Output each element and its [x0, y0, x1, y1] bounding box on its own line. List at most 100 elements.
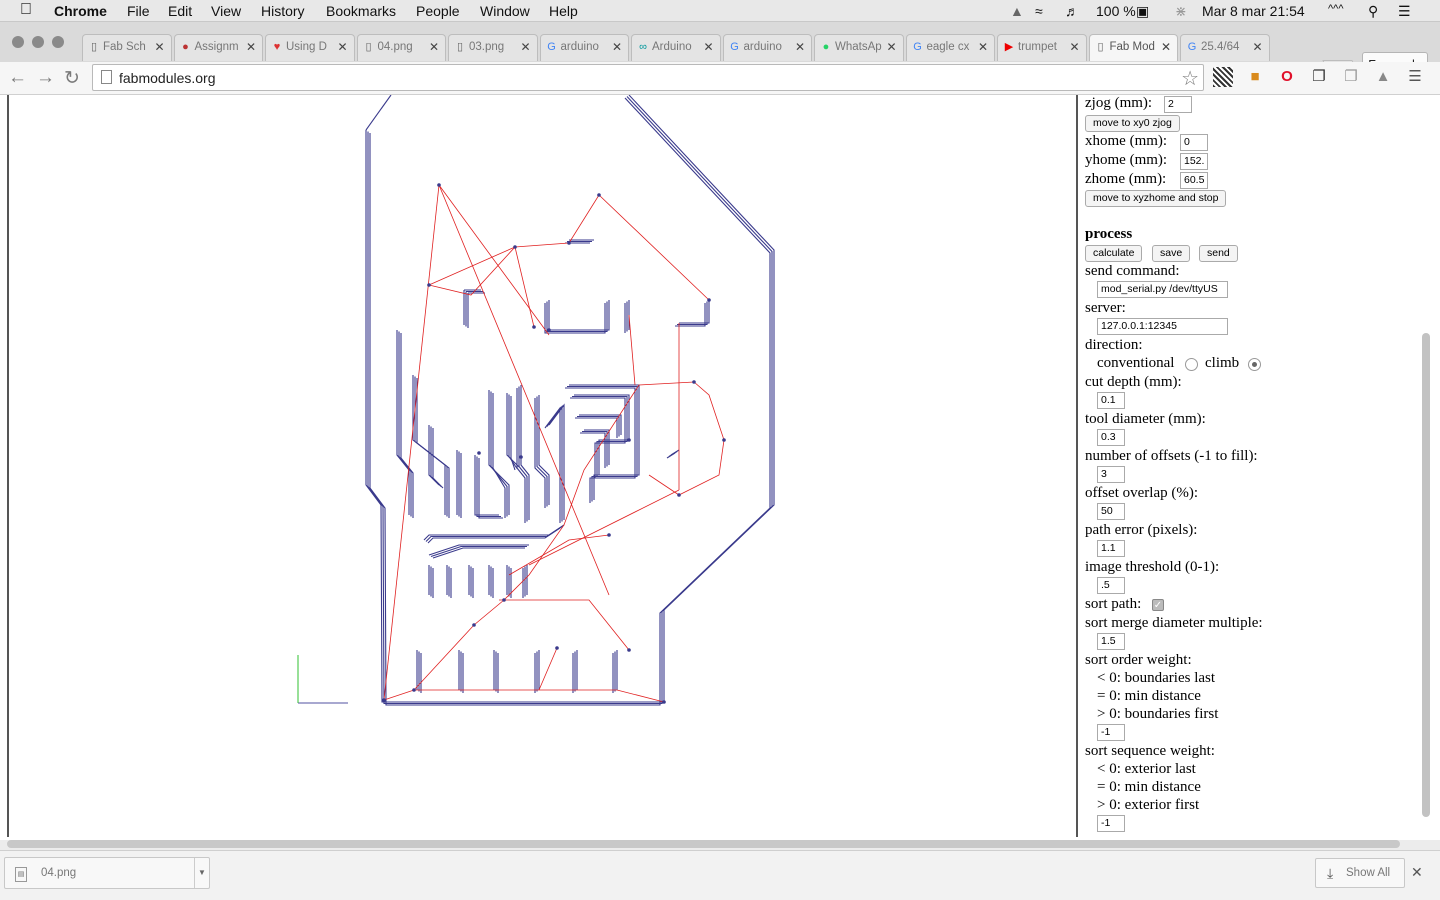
tab-close-icon[interactable]: ✕	[1161, 40, 1171, 54]
menu-people[interactable]: People	[416, 3, 460, 19]
tab-close-icon[interactable]: ✕	[337, 40, 347, 54]
wifi-icon[interactable]: ≈	[1035, 3, 1043, 19]
menu-window[interactable]: Window	[480, 3, 530, 19]
volume-icon[interactable]: ♬	[1065, 3, 1079, 19]
apple-icon[interactable]: 	[20, 1, 32, 19]
reload-icon[interactable]: ↻	[64, 67, 80, 90]
menu-view[interactable]: View	[211, 3, 241, 19]
tab-close-icon[interactable]: ✕	[978, 40, 988, 54]
tab-3[interactable]: ♥ Using D ✕	[265, 34, 355, 61]
chrome-menu-icon[interactable]: ☰	[1405, 67, 1425, 87]
tab-1[interactable]: ▯ Fab Sch ✕	[82, 34, 172, 61]
zhome-input[interactable]: 60.5	[1180, 172, 1208, 189]
bluetooth-icon[interactable]: ⋇	[1175, 3, 1187, 20]
menu-help[interactable]: Help	[549, 3, 578, 19]
adobe-icon[interactable]: ▲	[1010, 3, 1024, 19]
tab-close-icon[interactable]: ✕	[886, 40, 896, 54]
tab-close-icon[interactable]: ✕	[703, 40, 713, 54]
window-close-button[interactable]	[12, 36, 24, 48]
address-bar[interactable]: fabmodules.org ☆	[92, 64, 1204, 91]
move-xyzhome-button[interactable]: move to xyzhome and stop	[1085, 190, 1227, 207]
sort-merge-input[interactable]: 1.5	[1097, 633, 1125, 650]
tab-12[interactable]: ▯ Fab Mod ✕	[1088, 34, 1178, 61]
close-downloads-icon[interactable]: ✕	[1411, 864, 1423, 881]
menubar-extra[interactable]: ^^^	[1328, 3, 1344, 15]
path-error-input[interactable]: 1.1	[1097, 540, 1125, 557]
qr-code-icon[interactable]	[1213, 67, 1233, 87]
forward-icon[interactable]: →	[36, 67, 55, 89]
cut-depth-input[interactable]: 0.1	[1097, 392, 1125, 409]
menu-file[interactable]: File	[127, 3, 150, 19]
bookmark-star-icon[interactable]: ☆	[1181, 66, 1199, 91]
sort-sequence-input[interactable]: -1	[1097, 815, 1125, 832]
tab-11[interactable]: ▶ trumpet ✕	[997, 34, 1087, 61]
window-minimize-button[interactable]	[32, 36, 44, 48]
direction-conventional-radio[interactable]	[1185, 358, 1198, 371]
vertical-scrollbar[interactable]	[1420, 95, 1434, 837]
spotlight-icon[interactable]: ⚲	[1368, 3, 1378, 20]
menu-bookmarks[interactable]: Bookmarks	[326, 3, 396, 19]
tab-2[interactable]: ● Assignm ✕	[173, 34, 263, 61]
calculate-button[interactable]: calculate	[1085, 245, 1143, 262]
tab-label: trumpet	[1018, 41, 1057, 53]
move-xy0-zjog-button[interactable]: move to xy0 zjog	[1085, 115, 1180, 132]
vertical-scroll-thumb[interactable]	[1422, 333, 1430, 817]
download-filename[interactable]: 04.png	[41, 867, 76, 879]
address-url[interactable]: fabmodules.org	[119, 70, 216, 86]
tab-4[interactable]: ▯ 04.png ✕	[356, 34, 446, 61]
rapid-move	[508, 534, 610, 576]
download-item[interactable]: ▤ 04.png ▼	[4, 857, 210, 889]
battery-icon[interactable]: ▣	[1136, 3, 1149, 20]
back-icon[interactable]: ←	[8, 67, 27, 89]
tab-5[interactable]: ▯ 03.png ✕	[448, 34, 538, 61]
tab-close-icon[interactable]: ✕	[154, 40, 164, 54]
send-command-input[interactable]: mod_serial.py /dev/ttyUS	[1097, 281, 1228, 298]
zjog-input[interactable]: 2	[1164, 96, 1192, 113]
window-zoom-button[interactable]	[52, 36, 64, 48]
xhome-input[interactable]: 0	[1180, 134, 1208, 151]
save-button[interactable]: save	[1152, 245, 1191, 262]
tab-9[interactable]: ● WhatsAp ✕	[814, 34, 904, 61]
sort-path-checkbox[interactable]: ✓	[1152, 599, 1164, 611]
send-button[interactable]: send	[1199, 245, 1238, 262]
tab-close-icon[interactable]: ✕	[795, 40, 805, 54]
tab-close-icon[interactable]: ✕	[1069, 40, 1079, 54]
extension-icon[interactable]: ❐	[1341, 67, 1361, 87]
menubar-clock[interactable]: Mar 8 mar 21:54	[1202, 3, 1305, 19]
offsets-input[interactable]: 3	[1097, 466, 1125, 483]
tab-close-icon[interactable]: ✕	[612, 40, 622, 54]
tab-13[interactable]: G 25.4/64 ✕	[1180, 34, 1270, 61]
feedly-icon[interactable]: ■	[1245, 67, 1265, 87]
tool-diameter-input[interactable]: 0.3	[1097, 429, 1125, 446]
offset-overlap-input[interactable]: 50	[1097, 503, 1125, 520]
toolpath-canvas[interactable]	[7, 94, 1078, 837]
tab-7[interactable]: ∞ Arduino ✕	[631, 34, 721, 61]
pcb-trace	[575, 417, 618, 438]
tab-close-icon[interactable]: ✕	[246, 40, 256, 54]
tab-close-icon[interactable]: ✕	[520, 40, 530, 54]
tab-copy-icon[interactable]: ❐	[1309, 67, 1329, 87]
menu-history[interactable]: History	[261, 3, 305, 19]
whatsapp-icon: ●	[822, 41, 830, 53]
notification-center-icon[interactable]: ☰	[1398, 3, 1411, 20]
image-threshold-input[interactable]: .5	[1097, 577, 1125, 594]
yhome-input[interactable]: 152.	[1180, 153, 1208, 170]
sort-order-input[interactable]: -1	[1097, 724, 1125, 741]
direction-climb-radio[interactable]	[1248, 358, 1261, 371]
tab-10[interactable]: Geagle cx ✕	[905, 34, 995, 61]
drive-icon[interactable]: ▲	[1373, 67, 1393, 87]
tab-6[interactable]: Garduino ✕	[539, 34, 629, 61]
tab-close-icon[interactable]: ✕	[429, 40, 439, 54]
battery-percent[interactable]: 100 %	[1096, 3, 1136, 19]
horizontal-scrollbar[interactable]	[7, 840, 1400, 848]
show-all-downloads-button[interactable]: ⤓ Show All	[1315, 858, 1405, 888]
menu-app-name[interactable]: Chrome	[54, 3, 107, 19]
menu-edit[interactable]: Edit	[168, 3, 192, 19]
tool-diameter-label: tool diameter (mm):	[1085, 411, 1206, 427]
server-input[interactable]: 127.0.0.1:12345	[1097, 318, 1228, 335]
opera-icon[interactable]: O	[1277, 67, 1297, 87]
tab-8[interactable]: Garduino ✕	[722, 34, 812, 61]
tab-close-icon[interactable]: ✕	[1252, 40, 1262, 54]
pcb-trace	[518, 386, 528, 522]
download-dropdown-icon[interactable]: ▼	[194, 858, 209, 888]
